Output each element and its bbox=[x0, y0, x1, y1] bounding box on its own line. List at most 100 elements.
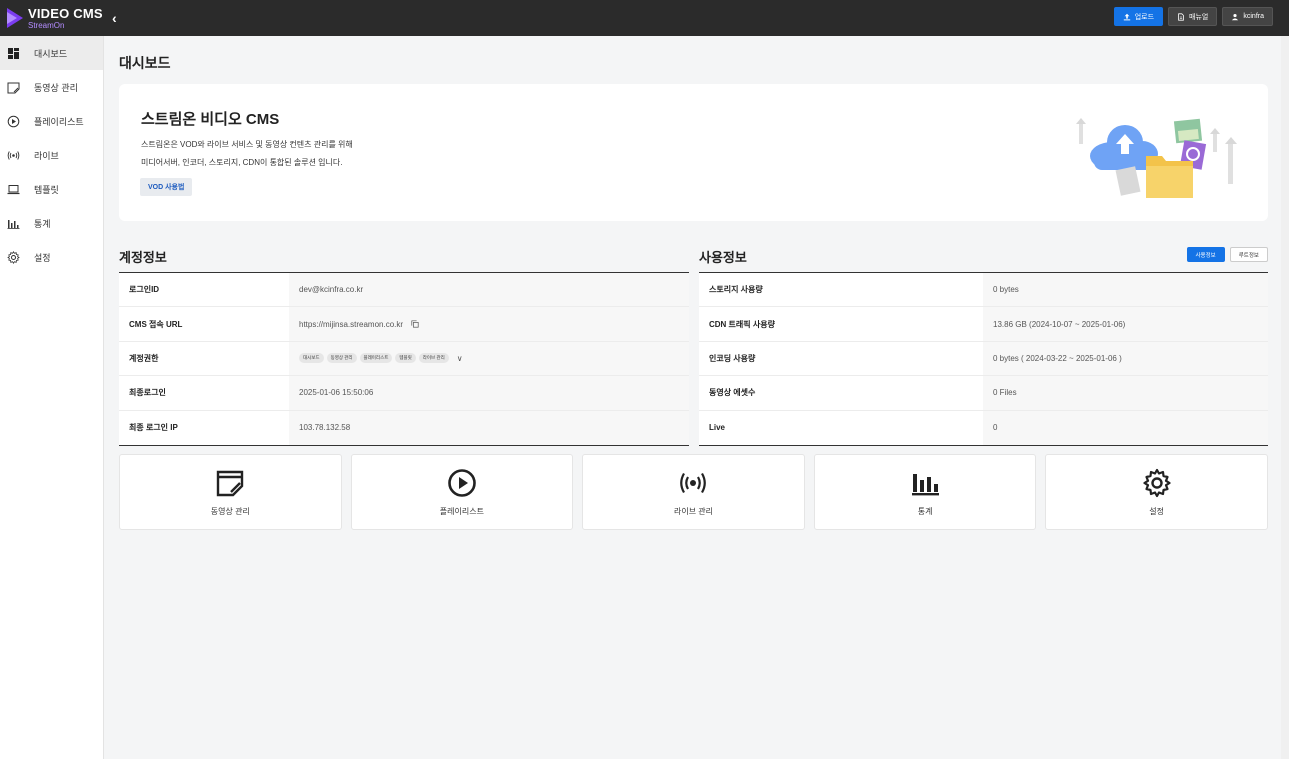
table-row: CDN 트래픽 사용량 13.86 GB (2024-10-07 ~ 2025-… bbox=[699, 307, 1268, 342]
sidebar-item-live[interactable]: 라이브 bbox=[0, 138, 103, 172]
hero-desc-line: 미디어서버, 인코더, 스토리지, CDN이 통합된 솔루션 입니다. bbox=[141, 158, 343, 167]
row-value: 0 bytes ( 2024-03-22 ~ 2025-01-06 ) bbox=[983, 341, 1268, 376]
row-value: 0 bbox=[983, 410, 1268, 445]
collapse-sidebar-button[interactable]: ‹ bbox=[112, 10, 117, 26]
playlist-icon bbox=[7, 115, 20, 128]
sidebar-item-label: 플레이리스트 bbox=[34, 116, 84, 127]
stats-icon bbox=[7, 217, 20, 230]
table-row: 로그인ID dev@kcinfra.co.kr bbox=[119, 273, 689, 308]
permission-tag: 플레이리스트 bbox=[359, 353, 393, 364]
row-key: 동영상 에셋수 bbox=[709, 388, 756, 398]
permission-tag: 동영상 관리 bbox=[326, 353, 357, 364]
sidebar-item-stats[interactable]: 통계 bbox=[0, 206, 103, 240]
shortcut-label: 동영상 관리 bbox=[210, 506, 250, 516]
table-row: 계정권한 대시보드 동영상 관리 플레이리스트 템플릿 라이브 관리 ∨ bbox=[119, 341, 689, 377]
shortcut-playlist[interactable]: 플레이리스트 bbox=[350, 454, 574, 530]
hero-desc-line: 스트림온은 VOD와 라이브 서비스 및 동영상 컨텐츠 관리를 위해 bbox=[141, 140, 353, 149]
row-key: 최종로그인 bbox=[129, 388, 166, 398]
permission-tag: 템플릿 bbox=[395, 353, 416, 364]
table-row: Live 0 bbox=[699, 410, 1268, 445]
usage-tabs: 사용정보 루트정보 bbox=[1186, 247, 1268, 262]
shortcut-cards: 동영상 관리 플레이리스트 라이브 관리 통계 설정 bbox=[119, 454, 1268, 530]
shortcut-video-manage[interactable]: 동영상 관리 bbox=[119, 454, 342, 530]
settings-icon bbox=[7, 250, 20, 264]
user-menu-button[interactable]: kcinfra bbox=[1222, 7, 1273, 26]
video-manage-icon bbox=[7, 81, 20, 94]
manual-label: 매뉴얼 bbox=[1189, 13, 1209, 21]
shortcut-label: 플레이리스트 bbox=[439, 506, 484, 516]
row-key: Live bbox=[709, 423, 726, 433]
account-section-title: 계정정보 bbox=[119, 250, 167, 265]
settings-icon bbox=[1143, 468, 1171, 497]
tab-route-info[interactable]: 루트정보 bbox=[1229, 247, 1268, 262]
row-value: 13.86 GB (2024-10-07 ~ 2025-01-06) bbox=[983, 307, 1268, 341]
usage-section-title: 사용정보 bbox=[699, 250, 747, 265]
sidebar-item-settings[interactable]: 설정 bbox=[0, 240, 103, 274]
row-key: 인코딩 사용량 bbox=[709, 353, 756, 363]
row-value: 2025-01-06 15:50:06 bbox=[289, 376, 689, 410]
row-key: CMS 접속 URL bbox=[129, 319, 183, 329]
table-row: 최종로그인 2025-01-06 15:50:06 bbox=[119, 376, 689, 411]
page-scrollbar[interactable] bbox=[1281, 36, 1289, 759]
vod-guide-button[interactable]: VOD 사용법 bbox=[140, 178, 193, 196]
table-row: 동영상 에셋수 0 Files bbox=[699, 376, 1268, 411]
table-row: 스토리지 사용량 0 bytes bbox=[699, 273, 1268, 308]
table-row: 인코딩 사용량 0 bytes ( 2024-03-22 ~ 2025-01-0… bbox=[699, 341, 1268, 377]
sidebar-item-label: 대시보드 bbox=[34, 48, 68, 59]
permission-tags: 대시보드 동영상 관리 플레이리스트 템플릿 라이브 관리 ∨ bbox=[299, 353, 463, 364]
dashboard-icon bbox=[7, 47, 20, 60]
row-value: 0 Files bbox=[983, 376, 1268, 410]
page-title: 대시보드 bbox=[119, 55, 171, 71]
sidebar-item-label: 통계 bbox=[34, 218, 51, 229]
upload-label: 업로드 bbox=[1134, 13, 1155, 21]
cms-url-value: https://mijinsa.streamon.co.kr bbox=[299, 319, 404, 329]
shortcut-label: 설정 bbox=[1149, 506, 1165, 516]
sidebar-item-playlist[interactable]: 플레이리스트 bbox=[0, 104, 103, 138]
copy-icon[interactable] bbox=[411, 320, 419, 328]
row-value: 103.78.132.58 bbox=[289, 410, 689, 445]
playlist-icon bbox=[448, 468, 476, 497]
sidebar-item-label: 템플릿 bbox=[34, 184, 59, 195]
shortcut-label: 통계 bbox=[917, 506, 933, 516]
row-value: dev@kcinfra.co.kr bbox=[289, 273, 689, 307]
sidebar-item-video-manage[interactable]: 동영상 관리 bbox=[0, 70, 103, 104]
shortcut-settings[interactable]: 설정 bbox=[1045, 454, 1268, 530]
chevron-down-icon[interactable]: ∨ bbox=[457, 354, 463, 363]
table-row: 최종 로그인 IP 103.78.132.58 bbox=[119, 410, 689, 445]
live-icon bbox=[7, 149, 20, 162]
row-value: https://mijinsa.streamon.co.kr bbox=[289, 307, 689, 341]
user-label: kcinfra bbox=[1243, 13, 1264, 20]
permission-tag: 라이브 관리 bbox=[418, 353, 449, 364]
template-icon bbox=[7, 183, 20, 196]
sidebar-item-label: 라이브 bbox=[34, 150, 59, 161]
sidebar: 대시보드 동영상 관리 플레이리스트 라이브 템플릿 통계 설정 bbox=[0, 36, 104, 759]
upload-icon bbox=[1123, 13, 1130, 20]
sidebar-item-template[interactable]: 템플릿 bbox=[0, 172, 103, 206]
user-icon bbox=[1232, 13, 1239, 20]
shortcut-stats[interactable]: 통계 bbox=[813, 454, 1037, 530]
sidebar-item-dashboard[interactable]: 대시보드 bbox=[0, 36, 103, 70]
cloud-upload-illustration bbox=[1076, 118, 1237, 198]
row-value: 대시보드 동영상 관리 플레이리스트 템플릿 라이브 관리 ∨ bbox=[289, 341, 689, 376]
document-icon bbox=[1178, 12, 1184, 21]
top-bar: VIDEO CMS StreamOn ‹ 업로드 매뉴얼 kcinfra bbox=[0, 0, 1289, 36]
row-key: CDN 트래픽 사용량 bbox=[709, 319, 775, 329]
upload-button[interactable]: 업로드 bbox=[1113, 7, 1164, 26]
logo[interactable]: VIDEO CMS StreamOn bbox=[0, 7, 104, 30]
shortcut-label: 라이브 관리 bbox=[673, 506, 713, 516]
row-key: 최종 로그인 IP bbox=[129, 423, 178, 433]
hero-title: 스트림온 비디오 CMS bbox=[141, 111, 280, 128]
logo-subtitle: StreamOn bbox=[28, 20, 65, 30]
tab-usage-info[interactable]: 사용정보 bbox=[1186, 247, 1225, 262]
manual-button[interactable]: 매뉴얼 bbox=[1168, 7, 1218, 26]
row-value: 0 bytes bbox=[983, 273, 1268, 307]
logo-title: VIDEO CMS bbox=[28, 5, 103, 21]
row-key: 계정권한 bbox=[129, 353, 159, 363]
logo-play-icon bbox=[7, 8, 23, 28]
usage-info-table: 스토리지 사용량 0 bytes CDN 트래픽 사용량 13.86 GB (2… bbox=[699, 272, 1268, 446]
permission-tag: 대시보드 bbox=[299, 353, 324, 364]
sidebar-item-label: 동영상 관리 bbox=[34, 82, 78, 93]
row-key: 스토리지 사용량 bbox=[709, 285, 763, 295]
stats-icon bbox=[912, 473, 940, 495]
shortcut-live[interactable]: 라이브 관리 bbox=[582, 454, 805, 530]
